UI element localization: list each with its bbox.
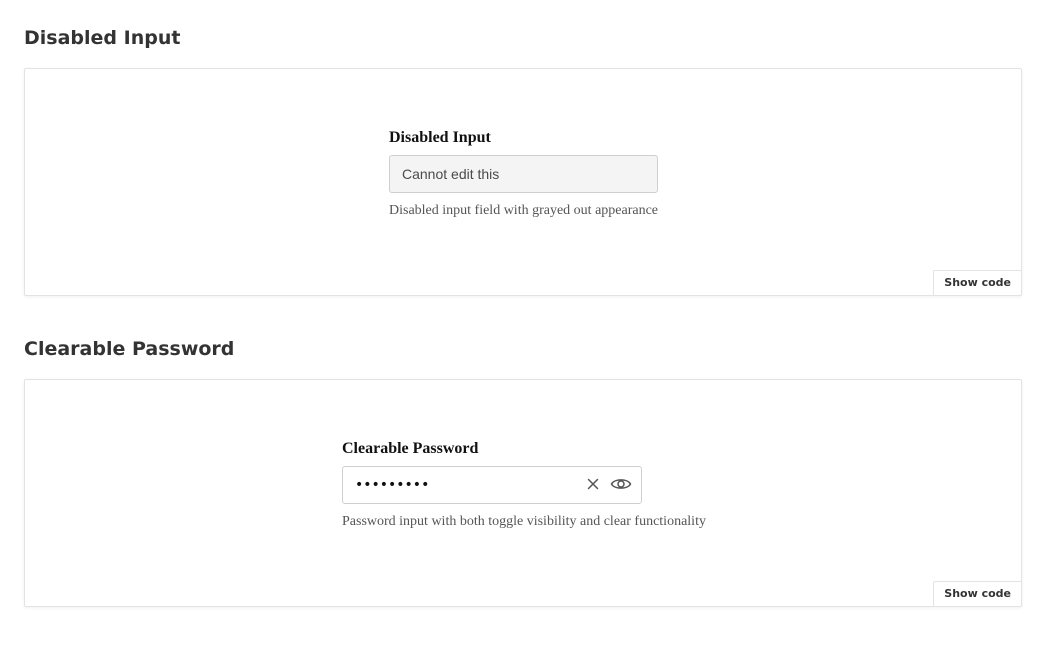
show-code-button[interactable]: Show code xyxy=(933,581,1022,607)
disabled-input-label: Disabled Input xyxy=(389,129,491,146)
section-title-disabled-input: Disabled Input xyxy=(24,27,181,49)
password-input[interactable] xyxy=(343,467,573,503)
section-title-clearable-password: Clearable Password xyxy=(24,338,235,360)
demo-card-disabled-input: Disabled Input Disabled input field with… xyxy=(24,68,1022,296)
password-help-text: Password input with both toggle visibili… xyxy=(342,514,706,529)
disabled-input-help-text: Disabled input field with grayed out app… xyxy=(389,203,659,218)
eye-icon xyxy=(610,476,632,495)
password-label: Clearable Password xyxy=(342,440,479,457)
demo-card-clearable-password: Clearable Password Password input with b… xyxy=(24,379,1022,607)
disabled-input xyxy=(389,155,658,193)
toggle-visibility-button[interactable] xyxy=(609,475,633,495)
clear-icon xyxy=(587,478,599,493)
clear-button[interactable] xyxy=(583,475,603,495)
password-field-group: Clearable Password Password input with b… xyxy=(342,439,706,531)
password-input-wrapper xyxy=(342,466,642,504)
disabled-input-field-group: Disabled Input Disabled input field with… xyxy=(389,128,658,220)
show-code-button[interactable]: Show code xyxy=(933,270,1022,296)
